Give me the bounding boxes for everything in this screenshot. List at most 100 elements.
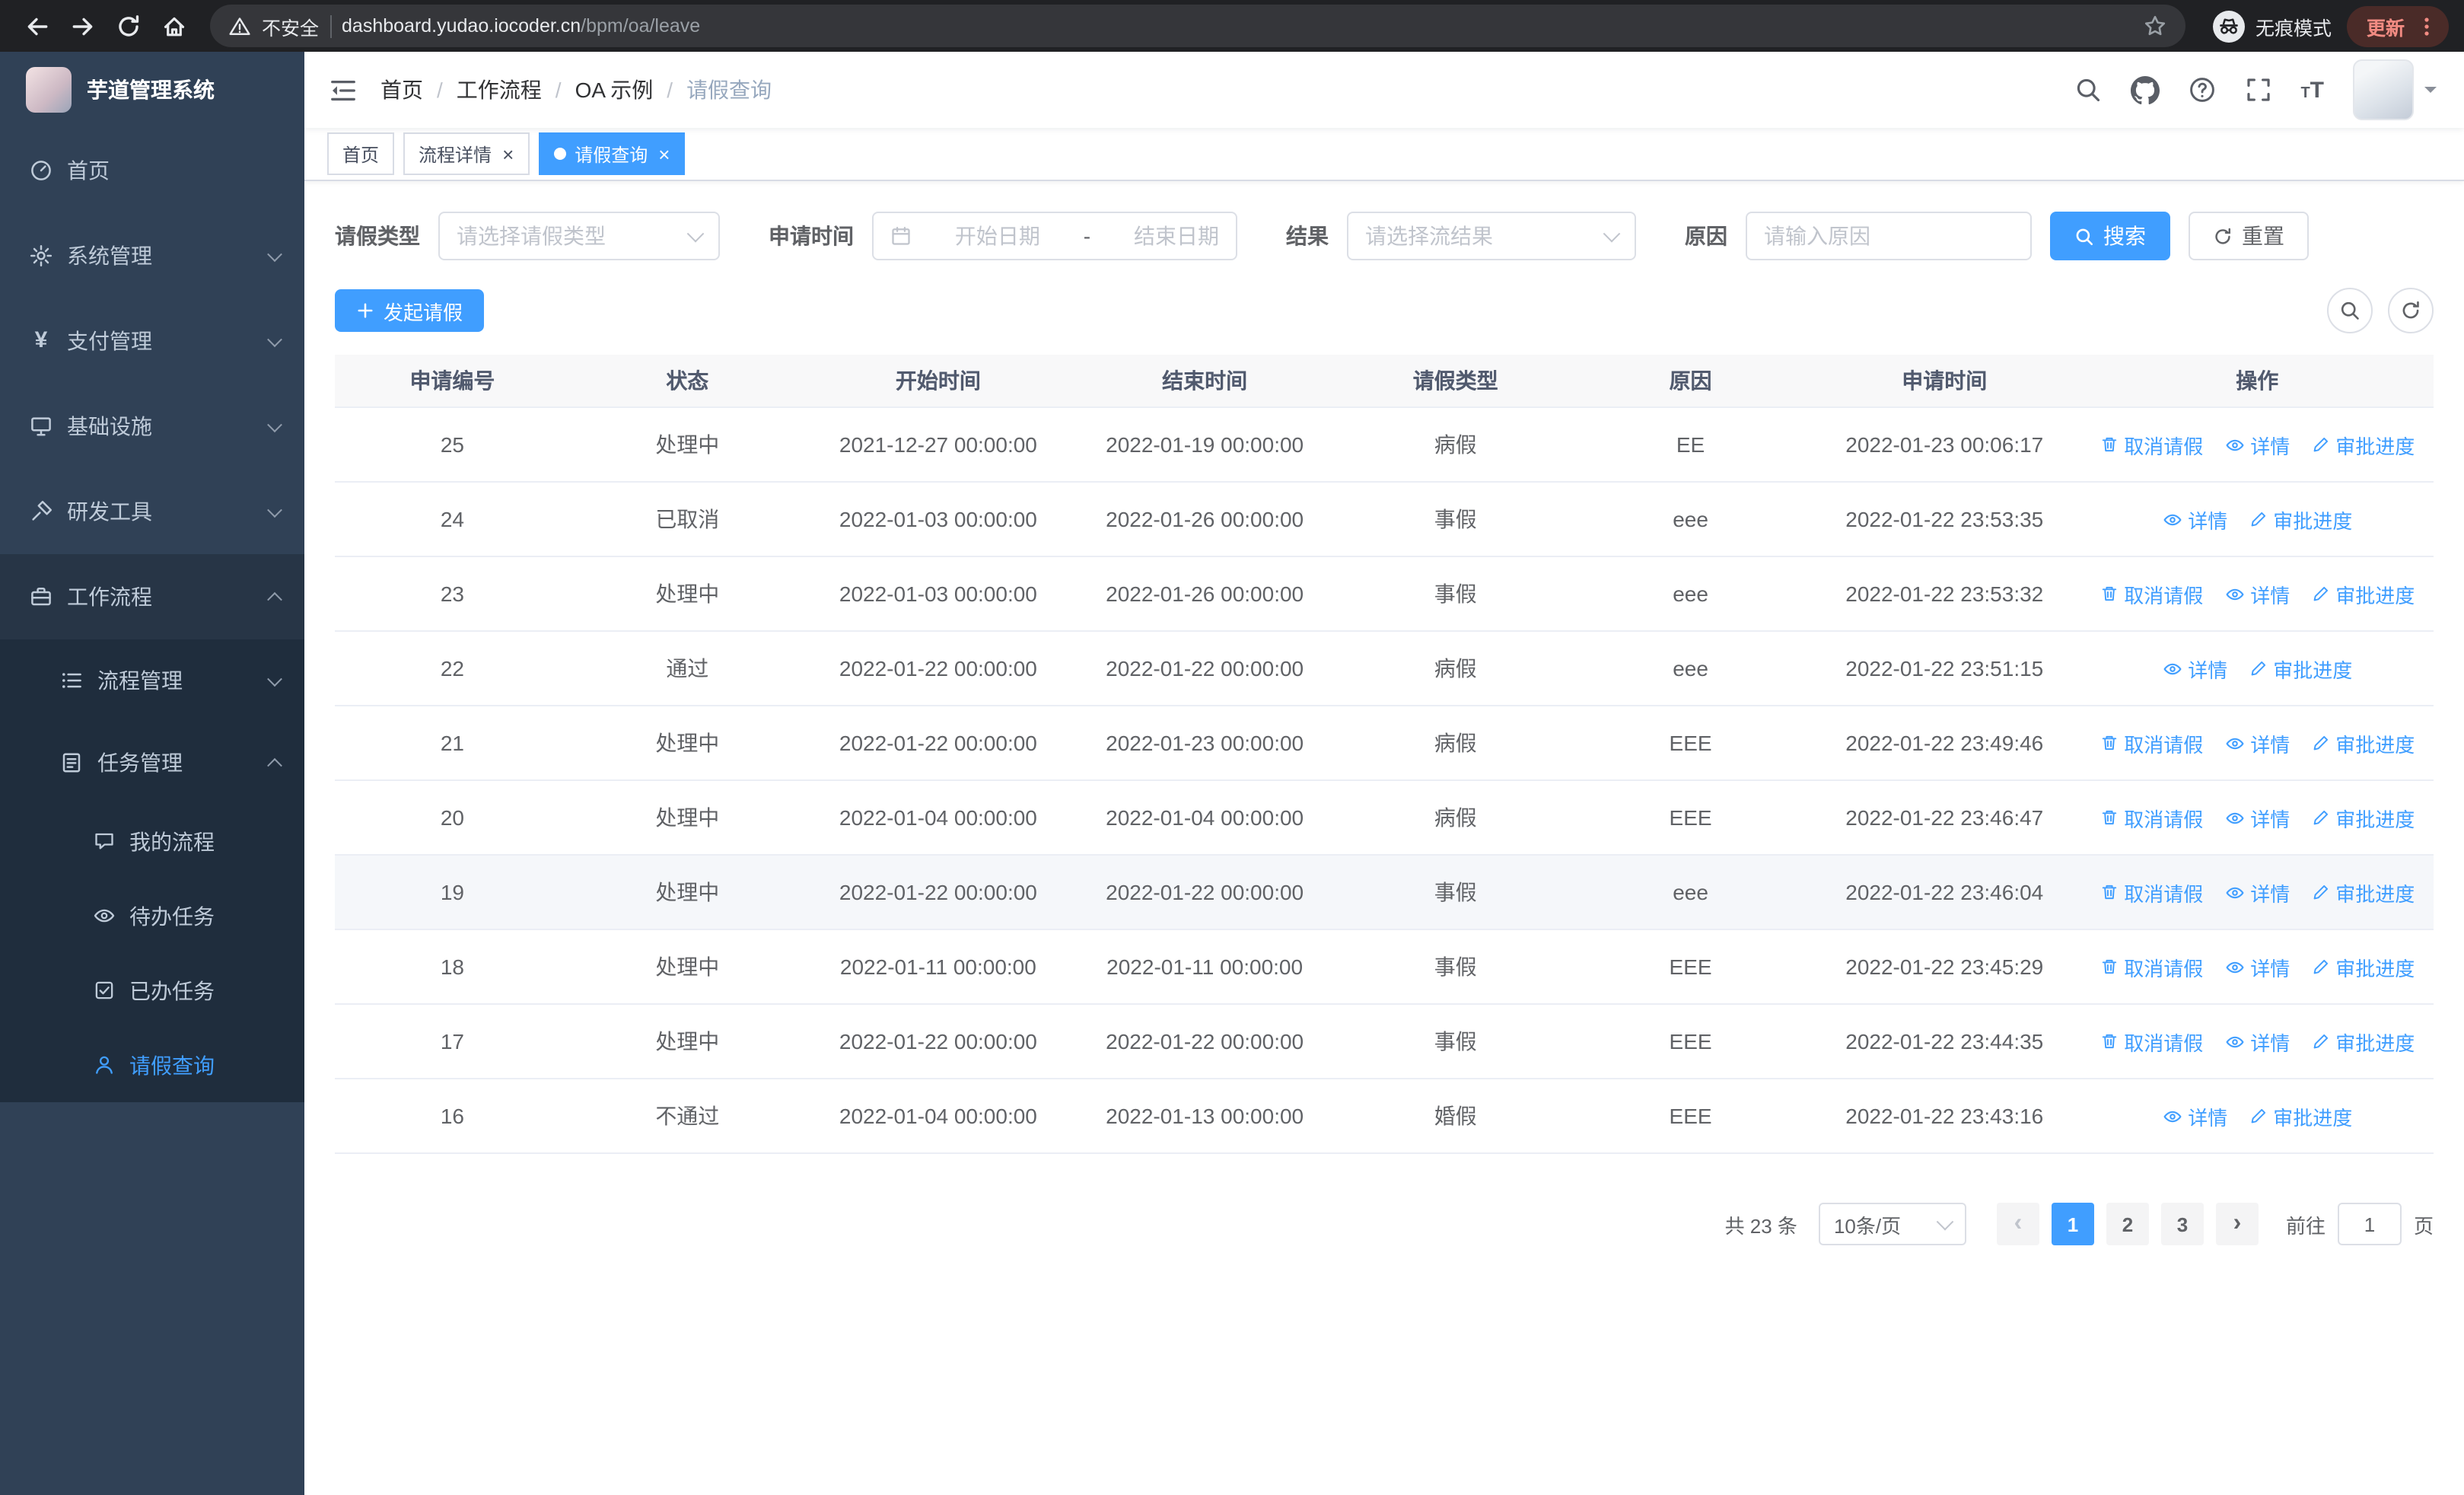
create-leave-button[interactable]: 发起请假 xyxy=(335,289,485,332)
tab-leave-query[interactable]: 请假查询 × xyxy=(538,132,686,175)
result-select[interactable]: 请选择流结果 xyxy=(1347,212,1636,260)
cancel-leave-link[interactable]: 取消请假 xyxy=(2099,803,2203,832)
sidebar-item-task-mgmt[interactable]: 任务管理 xyxy=(0,722,304,804)
detail-link[interactable]: 详情 xyxy=(2224,579,2290,608)
breadcrumb-item[interactable]: 首页 xyxy=(380,75,423,105)
sidebar-item-my-process[interactable]: 我的流程 xyxy=(0,804,304,878)
next-page-button[interactable]: › xyxy=(2215,1203,2259,1245)
search-button[interactable]: 搜索 xyxy=(2050,212,2170,260)
approval-progress-link[interactable]: 审批进度 xyxy=(2311,728,2415,757)
approval-progress-link[interactable]: 审批进度 xyxy=(2311,952,2415,981)
page-button-2[interactable]: 2 xyxy=(2106,1203,2149,1245)
detail-link[interactable]: 详情 xyxy=(2224,430,2290,459)
approval-progress-link[interactable]: 审批进度 xyxy=(2249,505,2352,534)
browser-update-button[interactable]: 更新 xyxy=(2346,5,2449,46)
refresh-table-button[interactable] xyxy=(2388,288,2434,333)
cancel-leave-link[interactable]: 取消请假 xyxy=(2099,878,2203,907)
right-toolbar xyxy=(2327,288,2434,333)
sidebar-item-infra[interactable]: 基础设施 xyxy=(0,384,304,469)
fullscreen-icon[interactable] xyxy=(2244,76,2271,104)
sidebar-item-process-mgmt[interactable]: 流程管理 xyxy=(0,639,304,722)
toggle-search-button[interactable] xyxy=(2327,288,2373,333)
browser-forward-icon[interactable] xyxy=(61,5,103,47)
close-icon[interactable]: × xyxy=(658,144,670,164)
date-range-picker[interactable]: 开始日期 - 结束日期 xyxy=(872,212,1237,260)
approval-progress-link[interactable]: 审批进度 xyxy=(2311,1027,2415,1056)
bookmark-star-icon[interactable] xyxy=(2143,14,2167,38)
cancel-leave-link[interactable]: 取消请假 xyxy=(2099,579,2203,608)
tab-process-detail[interactable]: 流程详情 × xyxy=(403,132,530,175)
cell-end-time: 2022-01-04 00:00:00 xyxy=(1071,780,1339,856)
cancel-leave-link[interactable]: 取消请假 xyxy=(2099,952,2203,981)
cancel-leave-link[interactable]: 取消请假 xyxy=(2099,430,2203,459)
search-icon[interactable] xyxy=(2074,76,2101,104)
kebab-menu-icon[interactable] xyxy=(2415,14,2438,37)
table-toolbar: 发起请假 xyxy=(335,288,2434,333)
start-date-input[interactable]: 开始日期 xyxy=(955,221,1040,251)
goto-page-input[interactable] xyxy=(2337,1203,2402,1245)
page-button-1[interactable]: 1 xyxy=(2051,1203,2094,1245)
sidebar-item-workflow[interactable]: 工作流程 xyxy=(0,554,304,639)
font-size-icon[interactable]: TT xyxy=(2300,78,2324,101)
chevron-down-icon xyxy=(267,246,282,262)
breadcrumb-item[interactable]: OA 示例 xyxy=(575,75,654,105)
detail-link[interactable]: 详情 xyxy=(2224,1027,2290,1056)
approval-progress-link[interactable]: 审批进度 xyxy=(2249,654,2352,683)
page-size-select[interactable]: 10条/页 xyxy=(1818,1203,1966,1245)
cell-reason: eee xyxy=(1573,631,1808,706)
cancel-leave-link[interactable]: 取消请假 xyxy=(2099,728,2203,757)
close-icon[interactable]: × xyxy=(502,144,514,164)
browser-home-icon[interactable] xyxy=(152,5,195,47)
cell-end-time: 2022-01-23 00:00:00 xyxy=(1071,706,1339,781)
detail-link[interactable]: 详情 xyxy=(2162,1101,2227,1130)
omnibox[interactable]: 不安全 dashboard.yudao.iocoder.cn/bpm/oa/le… xyxy=(210,5,2185,47)
cancel-leave-link[interactable]: 取消请假 xyxy=(2099,1027,2203,1056)
detail-link[interactable]: 详情 xyxy=(2162,654,2227,683)
chevron-up-icon xyxy=(267,757,282,773)
sidebar-item-system[interactable]: 系统管理 xyxy=(0,213,304,298)
detail-link[interactable]: 详情 xyxy=(2224,728,2290,757)
cell-actions: 取消请假 详情 审批进度 xyxy=(2080,1004,2434,1079)
cell-reason: EE xyxy=(1573,407,1808,483)
sidebar-item-leave-query[interactable]: 请假查询 xyxy=(0,1028,304,1102)
browser-back-icon[interactable] xyxy=(15,5,58,47)
user-avatar[interactable] xyxy=(2353,59,2414,120)
end-date-input[interactable]: 结束日期 xyxy=(1134,221,1219,251)
help-icon[interactable] xyxy=(2188,76,2215,104)
detail-link[interactable]: 详情 xyxy=(2224,878,2290,907)
approval-progress-link[interactable]: 审批进度 xyxy=(2311,878,2415,907)
prev-page-button[interactable]: ‹ xyxy=(1996,1203,2039,1245)
approval-progress-link[interactable]: 审批进度 xyxy=(2249,1101,2352,1130)
detail-link[interactable]: 详情 xyxy=(2224,952,2290,981)
app-logo[interactable]: 芋道管理系统 xyxy=(0,52,304,128)
fold-menu-icon[interactable] xyxy=(304,52,380,128)
github-icon[interactable] xyxy=(2130,75,2160,104)
edit-icon xyxy=(2313,959,2328,974)
col-start-time: 开始时间 xyxy=(804,355,1071,408)
sidebar-item-label: 研发工具 xyxy=(67,499,152,524)
leave-type-select[interactable]: 请选择请假类型 xyxy=(438,212,720,260)
user-menu[interactable] xyxy=(2353,59,2437,120)
approval-progress-link[interactable]: 审批进度 xyxy=(2311,579,2415,608)
approval-progress-link[interactable]: 审批进度 xyxy=(2311,430,2415,459)
sidebar: 芋道管理系统 首页 系统管理 ¥ 支付管理 基础设施 研发工具 工作流程 流程管… xyxy=(0,52,304,1495)
cell-start-time: 2022-01-11 00:00:00 xyxy=(804,929,1071,1005)
security-label[interactable]: 不安全 xyxy=(262,11,319,40)
sidebar-item-home[interactable]: 首页 xyxy=(0,128,304,213)
sidebar-item-payment[interactable]: ¥ 支付管理 xyxy=(0,298,304,384)
approval-progress-link[interactable]: 审批进度 xyxy=(2311,803,2415,832)
sidebar-item-done-tasks[interactable]: 已办任务 xyxy=(0,953,304,1028)
tab-home[interactable]: 首页 xyxy=(327,132,395,175)
detail-link[interactable]: 详情 xyxy=(2224,803,2290,832)
cell-apply-no: 19 xyxy=(335,855,570,930)
reset-button[interactable]: 重置 xyxy=(2189,212,2309,260)
url-text[interactable]: dashboard.yudao.iocoder.cn/bpm/oa/leave xyxy=(342,15,700,37)
sidebar-item-devtools[interactable]: 研发工具 xyxy=(0,469,304,554)
page-button-3[interactable]: 3 xyxy=(2160,1203,2204,1245)
sidebar-item-todo-tasks[interactable]: 待办任务 xyxy=(0,878,304,953)
action-label: 取消请假 xyxy=(2124,584,2204,607)
browser-reload-icon[interactable] xyxy=(107,5,149,47)
breadcrumb-item[interactable]: 工作流程 xyxy=(457,75,542,105)
reason-input[interactable] xyxy=(1746,212,2032,260)
detail-link[interactable]: 详情 xyxy=(2162,505,2227,534)
